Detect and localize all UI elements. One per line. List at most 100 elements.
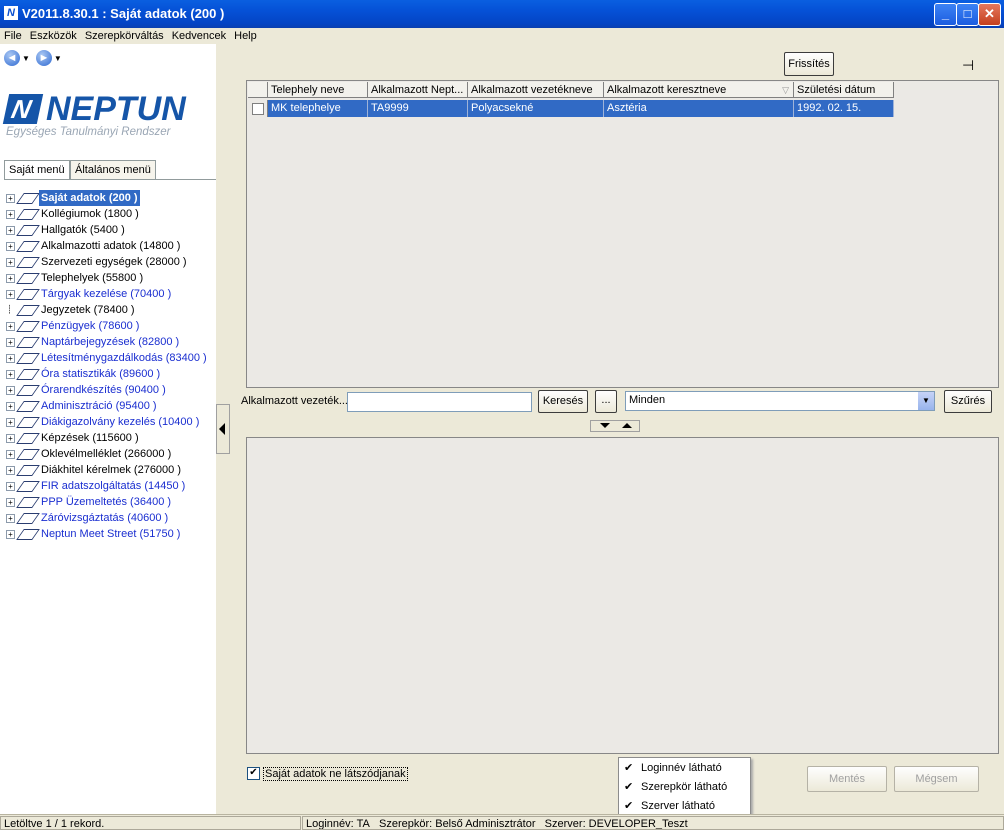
expand-icon[interactable]: + bbox=[6, 370, 15, 379]
row-checkbox[interactable] bbox=[252, 103, 264, 115]
tree-item-label: PPP Üzemeltetés (36400 ) bbox=[41, 496, 172, 508]
hide-own-data-checkbox[interactable]: ✔ bbox=[247, 767, 260, 780]
tab-own-menu[interactable]: Saját menü bbox=[4, 160, 70, 180]
arrow-down-icon[interactable] bbox=[600, 423, 610, 428]
back-dropdown-icon[interactable]: ▼ bbox=[22, 54, 30, 63]
search-button[interactable]: Keresés bbox=[538, 390, 588, 413]
expand-icon[interactable]: + bbox=[6, 514, 15, 523]
tree-item-label: Alkalmazotti adatok (14800 ) bbox=[41, 240, 181, 252]
tree-item-label: Telephelyek (55800 ) bbox=[41, 272, 144, 284]
expand-icon[interactable]: + bbox=[6, 290, 15, 299]
expand-icon[interactable]: + bbox=[6, 354, 15, 363]
expand-icon[interactable]: + bbox=[6, 482, 15, 491]
expand-icon[interactable]: + bbox=[6, 418, 15, 427]
filter-input[interactable] bbox=[347, 392, 532, 412]
expand-icon[interactable]: + bbox=[6, 434, 15, 443]
data-grid[interactable]: Telephely neve Alkalmazott Nept... Alkal… bbox=[246, 80, 999, 388]
tree-item-label: FIR adatszolgáltatás (14450 ) bbox=[41, 480, 186, 492]
expand-icon[interactable]: + bbox=[6, 242, 15, 251]
tree-item-label: Szervezeti egységek (28000 ) bbox=[41, 256, 187, 268]
tree-item-label: Kollégiumok (1800 ) bbox=[41, 208, 139, 220]
menu-role-switch[interactable]: Szerepkörváltás bbox=[81, 28, 168, 44]
filter-button[interactable]: Szűrés bbox=[944, 390, 992, 413]
check-icon: ✔ bbox=[624, 781, 634, 793]
tree-item-label: Záróvizsgáztatás (40600 ) bbox=[41, 512, 169, 524]
status-records: Letöltve 1 / 1 rekord. bbox=[0, 816, 301, 830]
menu-tools[interactable]: Eszközök bbox=[26, 28, 81, 44]
expand-icon[interactable]: + bbox=[6, 498, 15, 507]
expand-icon[interactable]: + bbox=[6, 402, 15, 411]
table-cell[interactable]: Polyacsekné bbox=[468, 100, 604, 117]
hide-own-data-label[interactable]: Saját adatok ne látszódjanak bbox=[263, 767, 408, 781]
arrow-up-icon[interactable] bbox=[622, 423, 632, 428]
expand-icon[interactable]: + bbox=[6, 274, 15, 283]
menu-item-server-visible[interactable]: ✔ Szerver látható bbox=[619, 797, 748, 815]
status-session: Loginnév: TA Szerepkör: Belső Adminisztr… bbox=[302, 816, 1004, 830]
save-button[interactable]: Mentés bbox=[807, 766, 887, 792]
logo-mark: N bbox=[2, 94, 44, 124]
tree-item-label: Óra statisztikák (89600 ) bbox=[41, 368, 161, 380]
tree-item-label: Diákigazolvány kezelés (10400 ) bbox=[41, 416, 200, 428]
menu-file[interactable]: File bbox=[0, 28, 26, 44]
tree-item-label: Jegyzetek (78400 ) bbox=[41, 304, 135, 316]
expand-icon[interactable]: + bbox=[6, 466, 15, 475]
maximize-button[interactable]: □ bbox=[956, 3, 979, 26]
window-title: V2011.8.30.1 : Saját adatok (200 ) bbox=[22, 6, 225, 21]
grid-header-neptun-code[interactable]: Alkalmazott Nept... bbox=[368, 82, 468, 98]
resize-arrows[interactable] bbox=[590, 420, 640, 432]
grid-header-firstname[interactable]: Alkalmazott keresztneve ▽ bbox=[604, 82, 794, 98]
expand-icon[interactable]: + bbox=[6, 322, 15, 331]
tree-item-label: Tárgyak kezelése (70400 ) bbox=[41, 288, 172, 300]
tab-divider bbox=[4, 179, 216, 180]
table-cell[interactable]: MK telephelye bbox=[268, 100, 368, 117]
refresh-button[interactable]: Frissítés bbox=[784, 52, 834, 76]
expand-icon[interactable]: + bbox=[6, 386, 15, 395]
collapse-left-panel-button[interactable] bbox=[216, 404, 230, 454]
forward-dropdown-icon[interactable]: ▼ bbox=[54, 54, 62, 63]
menu-help[interactable]: Help bbox=[230, 28, 261, 44]
table-cell[interactable]: Asztéria bbox=[604, 100, 794, 117]
table-cell[interactable]: TA9999 bbox=[368, 100, 468, 117]
grid-select-header bbox=[248, 82, 268, 98]
grid-header-birth-date[interactable]: Születési dátum bbox=[794, 82, 894, 98]
left-tabs: Saját menü Általános menü bbox=[4, 160, 216, 180]
check-icon: ✔ bbox=[624, 800, 634, 812]
forward-icon[interactable]: ► bbox=[35, 50, 52, 66]
tab-general-menu[interactable]: Általános menü bbox=[70, 160, 156, 179]
tree-item-label: Saját adatok (200 ) bbox=[39, 190, 140, 206]
tree-item-label: Oklevélmelléklet (266000 ) bbox=[41, 448, 172, 460]
table-cell[interactable]: 1992. 02. 15. bbox=[794, 100, 894, 117]
back-icon[interactable]: ◄ bbox=[4, 50, 20, 66]
more-button[interactable]: ... bbox=[595, 390, 617, 413]
menu-favorites[interactable]: Kedvencek bbox=[168, 28, 230, 44]
logo-subtitle: Egységes Tanulmányi Rendszer bbox=[6, 126, 171, 138]
pin-icon[interactable]: ⊣ bbox=[962, 57, 974, 74]
menu-item-role-visible[interactable]: ✔ Szerepkör látható bbox=[619, 778, 748, 796]
filter-label: Alkalmazott vezeték... bbox=[241, 395, 348, 407]
menu-item-login-visible[interactable]: ✔ Loginnév látható bbox=[619, 759, 748, 777]
expand-icon[interactable]: + bbox=[6, 194, 15, 203]
tree-item-label: Órarendkészítés (90400 ) bbox=[41, 384, 166, 396]
cancel-button[interactable]: Mégsem bbox=[894, 766, 979, 792]
minimize-button[interactable]: _ bbox=[934, 3, 957, 26]
chevron-down-icon[interactable]: ▼ bbox=[918, 392, 934, 410]
sort-icon: ▽ bbox=[782, 85, 789, 95]
close-button[interactable]: ✕ bbox=[978, 3, 1001, 26]
expand-icon[interactable]: + bbox=[6, 258, 15, 267]
tree-line-icon[interactable]: ┊ bbox=[6, 306, 13, 314]
expand-icon[interactable]: + bbox=[6, 530, 15, 539]
filter-select[interactable]: Minden ▼ bbox=[625, 391, 935, 411]
grid-header-surname[interactable]: Alkalmazott vezetékneve bbox=[468, 82, 604, 98]
expand-icon[interactable]: + bbox=[6, 210, 15, 219]
status-bar: Letöltve 1 / 1 rekord. Loginnév: TA Szer… bbox=[0, 814, 1004, 830]
tree-item-label: Adminisztráció (95400 ) bbox=[41, 400, 157, 412]
title-bar[interactable]: N V2011.8.30.1 : Saját adatok (200 ) _ □… bbox=[0, 0, 1004, 28]
expand-icon[interactable]: + bbox=[6, 226, 15, 235]
row-select-cell[interactable] bbox=[248, 100, 268, 117]
tree-item-label: Diákhitel kérelmek (276000 ) bbox=[41, 464, 182, 476]
grid-header-site-name[interactable]: Telephely neve bbox=[268, 82, 368, 98]
logo-word: NEPTUN bbox=[46, 90, 186, 128]
tree-item-label: Neptun Meet Street (51750 ) bbox=[41, 528, 181, 540]
expand-icon[interactable]: + bbox=[6, 450, 15, 459]
expand-icon[interactable]: + bbox=[6, 338, 15, 347]
